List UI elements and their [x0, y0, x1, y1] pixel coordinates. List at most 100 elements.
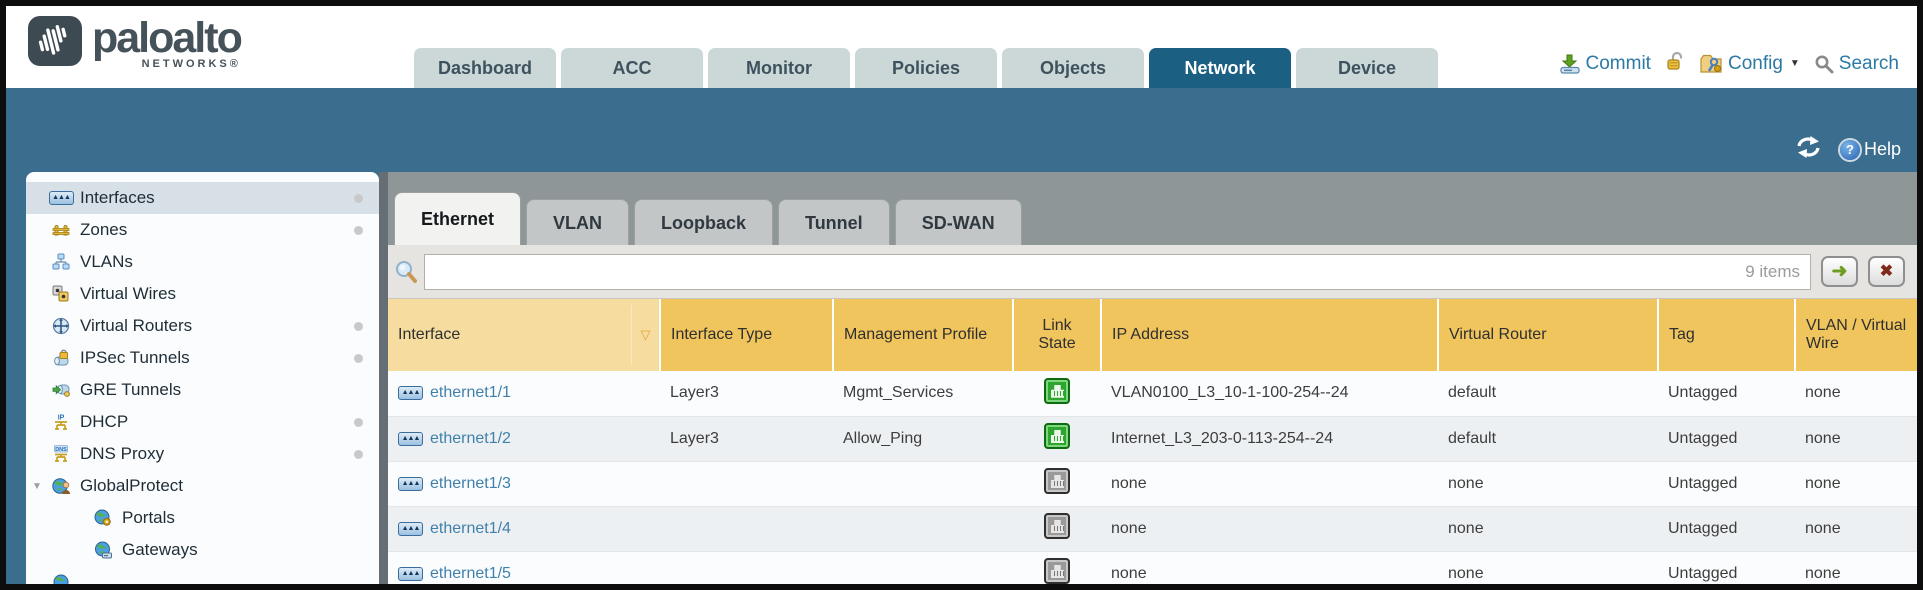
sidebar-item-label: DNS Proxy [80, 444, 164, 464]
link-state-icon [1044, 513, 1070, 539]
sidebar-item-virtual-wires[interactable]: Virtual Wires [26, 278, 379, 310]
status-dot [354, 354, 363, 363]
tab-dashboard[interactable]: Dashboard [414, 48, 556, 88]
link-state-icon [1044, 558, 1070, 584]
body: Interfaces Zones [6, 172, 1917, 584]
virtual-wires-icon [50, 285, 72, 303]
status-dot [354, 418, 363, 427]
paloalto-logo-icon [28, 16, 82, 66]
sidebar-item-virtual-routers[interactable]: Virtual Routers [26, 310, 379, 342]
clear-filter-button[interactable]: ✖ [1868, 256, 1905, 287]
sidebar-item-gre-tunnels[interactable]: GRE Tunnels [26, 374, 379, 406]
status-dot [354, 322, 363, 331]
interface-link[interactable]: ethernet1/5 [430, 565, 511, 583]
sidebar-item-vlans[interactable]: VLANs [26, 246, 379, 278]
expand-arrow-icon[interactable] [32, 481, 42, 492]
tab-policies[interactable]: Policies [855, 48, 997, 88]
tab-device[interactable]: Device [1296, 48, 1438, 88]
tab-loopback[interactable]: Loopback [634, 199, 773, 245]
col-tag[interactable]: Tag [1658, 299, 1795, 371]
filter-input-box: 9 items [424, 254, 1811, 290]
sidebar-item-label: Gateways [122, 540, 198, 560]
config-icon [1699, 54, 1723, 74]
sidebar-item-label: Virtual Wires [80, 284, 176, 304]
dhcp-icon: IP [50, 413, 72, 431]
main-nav-tabs: Dashboard ACC Monitor Policies Objects N… [414, 48, 1443, 88]
sidebar-splitter[interactable] [379, 172, 388, 584]
tab-objects[interactable]: Objects [1002, 48, 1144, 88]
search-button[interactable]: Search [1814, 53, 1899, 75]
ethernet-port-icon [398, 432, 423, 446]
ipsec-tunnels-icon [50, 349, 72, 367]
col-interface[interactable]: Interface [388, 299, 660, 371]
sidebar-item-label: Zones [80, 220, 127, 240]
sidebar-item-label: Portals [122, 508, 175, 528]
col-management-profile[interactable]: Management Profile [833, 299, 1013, 371]
search-icon [1814, 54, 1834, 74]
commit-button[interactable]: Commit [1559, 53, 1651, 75]
sidebar-item-portals[interactable]: Portals [26, 502, 379, 534]
sidebar-item-ipsec-tunnels[interactable]: IPSec Tunnels [26, 342, 379, 374]
partial-icon [50, 573, 72, 584]
sidebar-item-dns-proxy[interactable]: DNS DNS Proxy [26, 438, 379, 470]
interface-link[interactable]: ethernet1/3 [430, 475, 511, 493]
tab-vlan[interactable]: VLAN [526, 199, 629, 245]
ethernet-panel: 9 items ➜ ✖ Interfac [388, 245, 1917, 584]
interfaces-table-wrap: Interface Interface Type Management Prof… [388, 299, 1917, 584]
table-row: ethernet1/4 none none Untagged none [388, 506, 1917, 551]
status-dot [354, 226, 363, 235]
filter-input[interactable] [435, 263, 1745, 281]
apply-filter-button[interactable]: ➜ [1821, 256, 1858, 287]
panos-web-ui: paloalto NETWORKS® Dashboard ACC Monitor… [0, 0, 1923, 590]
interfaces-icon [50, 191, 72, 205]
tab-acc[interactable]: ACC [561, 48, 703, 88]
tab-ethernet[interactable]: Ethernet [394, 192, 521, 245]
ethernet-port-icon [398, 386, 423, 400]
tab-monitor[interactable]: Monitor [708, 48, 850, 88]
sidebar-item-partial[interactable] [26, 566, 379, 584]
sidebar-item-label: DHCP [80, 412, 128, 432]
brand-name: paloalto [92, 16, 241, 60]
help-button[interactable]: Help [1840, 139, 1901, 160]
filter-bar: 9 items ➜ ✖ [388, 245, 1917, 299]
tab-network[interactable]: Network [1149, 48, 1291, 88]
col-vlan-virtual-wire[interactable]: VLAN / Virtual Wire [1795, 299, 1917, 371]
vlans-icon [50, 253, 72, 271]
chevron-down-icon: ▼ [1790, 58, 1800, 69]
dns-proxy-icon: DNS [50, 445, 72, 463]
tab-tunnel[interactable]: Tunnel [778, 199, 890, 245]
globalprotect-icon [50, 477, 72, 495]
sidebar-item-label: GRE Tunnels [80, 380, 181, 400]
col-ip-address[interactable]: IP Address [1101, 299, 1438, 371]
ethernet-port-icon [398, 567, 423, 581]
portals-icon [92, 509, 114, 527]
table-header-row: Interface Interface Type Management Prof… [388, 299, 1917, 371]
refresh-button[interactable] [1795, 136, 1822, 163]
sidebar-item-gateways[interactable]: Gateways [26, 534, 379, 566]
lock-button[interactable] [1665, 51, 1685, 76]
svg-text:DNS: DNS [55, 447, 67, 453]
interface-link[interactable]: ethernet1/4 [430, 520, 511, 538]
sidebar-item-label: VLANs [80, 252, 133, 272]
sort-menu-icon[interactable] [631, 305, 659, 365]
col-interface-type[interactable]: Interface Type [660, 299, 833, 371]
tab-sdwan[interactable]: SD-WAN [895, 199, 1022, 245]
main-content: Ethernet VLAN Loopback Tunnel SD-WAN 9 i… [388, 172, 1917, 584]
interface-link[interactable]: ethernet1/2 [430, 430, 511, 448]
sidebar-item-dhcp[interactable]: IP DHCP [26, 406, 379, 438]
sidebar-item-interfaces[interactable]: Interfaces [26, 182, 379, 214]
interfaces-table: Interface Interface Type Management Prof… [388, 299, 1917, 584]
commit-label: Commit [1586, 53, 1651, 75]
sidebar-item-zones[interactable]: Zones [26, 214, 379, 246]
link-state-icon [1044, 468, 1070, 494]
sidebar-item-label: Interfaces [80, 188, 155, 208]
interface-link[interactable]: ethernet1/1 [430, 384, 511, 402]
config-menu-button[interactable]: Config ▼ [1699, 53, 1800, 75]
sidebar-item-globalprotect[interactable]: GlobalProtect [26, 470, 379, 502]
col-virtual-router[interactable]: Virtual Router [1438, 299, 1658, 371]
col-link-state[interactable]: Link State [1013, 299, 1101, 371]
sidebar-item-label: GlobalProtect [80, 476, 183, 496]
config-label: Config [1728, 53, 1783, 75]
zones-icon [50, 221, 72, 239]
search-label: Search [1839, 53, 1899, 75]
